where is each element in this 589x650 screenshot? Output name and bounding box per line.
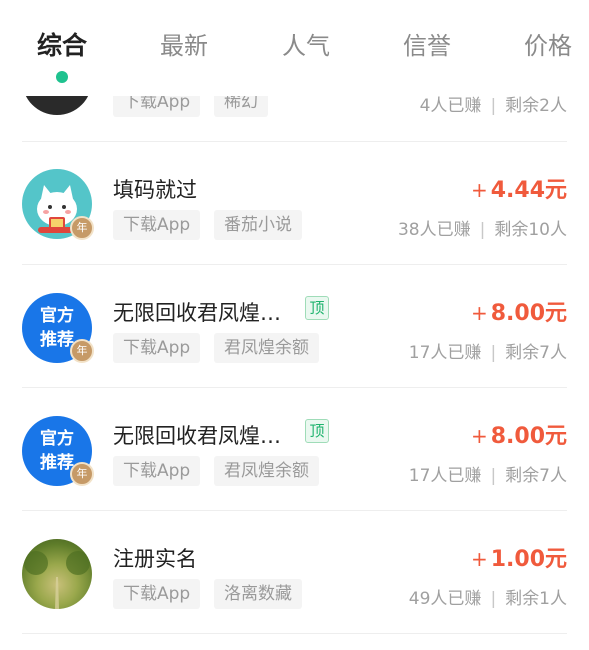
price-prefix: + <box>470 178 488 202</box>
task-stats: 17人已赚 | 剩余7人 <box>409 461 567 486</box>
task-price: +4.44元 <box>471 172 567 204</box>
tab-latest[interactable]: 最新 <box>160 26 208 61</box>
tab-reputation[interactable]: 信誉 <box>403 26 451 61</box>
remaining-count: 剩余2人 <box>505 96 567 116</box>
price-prefix: + <box>470 424 488 448</box>
divider <box>22 633 567 634</box>
task-tag: 君凤煌余额 <box>214 333 319 363</box>
price-value: 8.00元 <box>490 301 567 326</box>
price-value: 4.44元 <box>490 178 567 203</box>
task-avatar <box>22 539 92 609</box>
price-prefix: + <box>470 301 488 325</box>
earned-count: 38人已赚 <box>397 220 471 240</box>
price-prefix: + <box>470 547 488 571</box>
earned-count: 17人已赚 <box>408 343 482 363</box>
task-tag: 君凤煌余额 <box>214 456 319 486</box>
stats-separator: | <box>479 220 486 240</box>
task-price: +8.00元 <box>471 418 567 450</box>
avatar-text-line: 官方 <box>40 429 74 449</box>
remaining-count: 剩余7人 <box>505 466 567 486</box>
earned-count: 17人已赚 <box>408 466 482 486</box>
stats-separator: | <box>490 343 497 363</box>
earned-count: 49人已赚 <box>408 589 482 609</box>
task-price: +8.00元 <box>471 295 567 327</box>
active-tab-indicator <box>56 71 68 83</box>
task-tag: 洛离数藏 <box>214 579 302 609</box>
task-tag: 下载App <box>113 210 201 240</box>
task-title: 无限回收君凤煌… <box>113 424 281 448</box>
tab-price[interactable]: 价格 <box>524 26 572 61</box>
task-tag: 番茄小说 <box>214 210 302 240</box>
task-title: 填码就过 <box>113 178 197 202</box>
task-price: +1.00元 <box>471 541 567 573</box>
forest-road-icon <box>24 551 90 609</box>
task-item[interactable]: 官方 推荐 年 无限回收君凤煌… 顶 下载App 君凤煌余额 +8.00元 17… <box>0 388 589 511</box>
task-item[interactable]: 注册实名 下载App 洛离数藏 +1.00元 49人已赚 | 剩余1人 <box>0 511 589 634</box>
year-badge: 年 <box>70 339 94 363</box>
task-list: 下载App 稀幻 4人已赚 | 剩余2人 年 填码就过 下载App 番茄小说 +… <box>0 0 589 650</box>
tab-comprehensive[interactable]: 综合 <box>37 26 87 62</box>
remaining-count: 剩余1人 <box>505 589 567 609</box>
year-badge: 年 <box>70 462 94 486</box>
task-tag: 下载App <box>113 333 201 363</box>
earned-count: 4人已赚 <box>419 96 482 116</box>
task-stats: 17人已赚 | 剩余7人 <box>409 338 567 363</box>
stats-separator: | <box>490 96 497 116</box>
task-item[interactable]: 年 填码就过 下载App 番茄小说 +4.44元 38人已赚 | 剩余10人 <box>0 142 589 265</box>
task-title: 注册实名 <box>113 547 197 571</box>
top-badge: 顶 <box>305 419 329 443</box>
top-badge: 顶 <box>305 296 329 320</box>
task-item[interactable]: 官方 推荐 年 无限回收君凤煌… 顶 下载App 君凤煌余额 +8.00元 17… <box>0 265 589 388</box>
remaining-count: 剩余10人 <box>494 220 567 240</box>
task-title: 无限回收君凤煌… <box>113 301 281 325</box>
stats-separator: | <box>490 589 497 609</box>
task-tag: 下载App <box>113 579 201 609</box>
task-stats: 38人已赚 | 剩余10人 <box>398 215 567 240</box>
task-tag: 下载App <box>113 456 201 486</box>
sort-tab-bar: 综合 最新 人气 信誉 价格 <box>0 0 589 96</box>
year-badge: 年 <box>70 216 94 240</box>
tab-popularity[interactable]: 人气 <box>282 26 330 61</box>
remaining-count: 剩余7人 <box>505 343 567 363</box>
price-value: 1.00元 <box>490 547 567 572</box>
avatar-text-line: 官方 <box>40 306 74 326</box>
stats-separator: | <box>490 466 497 486</box>
price-value: 8.00元 <box>490 424 567 449</box>
task-stats: 49人已赚 | 剩余1人 <box>409 584 567 609</box>
